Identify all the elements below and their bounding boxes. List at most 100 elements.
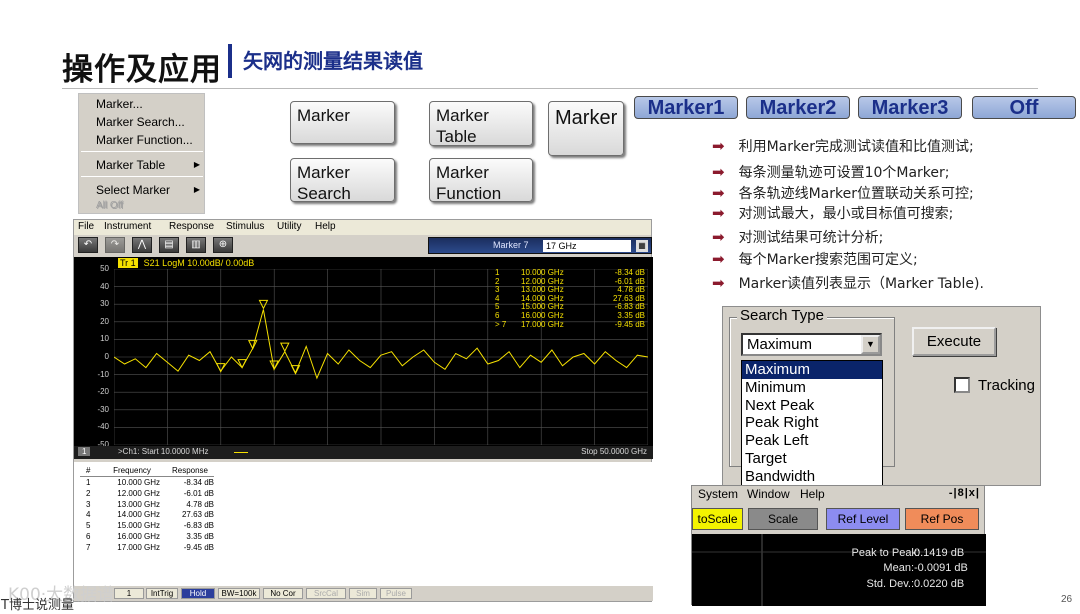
autoscale-button[interactable]: toScale bbox=[692, 508, 743, 530]
menu-file[interactable]: File bbox=[78, 221, 94, 232]
status-pulse: Pulse bbox=[380, 588, 412, 599]
search-option[interactable]: Peak Right bbox=[742, 414, 882, 432]
display-icon[interactable]: ▤ bbox=[159, 237, 179, 253]
trash-icon[interactable]: ▥ bbox=[186, 237, 206, 253]
menu-system[interactable]: System bbox=[698, 487, 738, 501]
undo-icon[interactable]: ↶ bbox=[78, 237, 98, 253]
menu-item-marker-table[interactable]: Marker Table bbox=[96, 158, 165, 172]
table-header: # bbox=[86, 466, 91, 475]
keypad-icon[interactable]: ▦ bbox=[636, 240, 648, 252]
search-type-label: Search Type bbox=[737, 307, 827, 324]
menu-window[interactable]: Window bbox=[747, 487, 790, 501]
vna-toolbar: ↶ ↷ ⋀ ▤ ▥ ⊕ Marker 7 17 GHz ▦ bbox=[74, 235, 652, 255]
bullet-item: ➡ Marker读值列表显示（Marker Table). bbox=[712, 274, 984, 292]
marker-search-softkey[interactable]: Marker Search bbox=[290, 158, 395, 202]
marker-icon[interactable]: ⋀ bbox=[132, 237, 152, 253]
y-tick-label: 10 bbox=[100, 334, 109, 344]
menu-item-marker[interactable]: Marker... bbox=[96, 97, 143, 111]
arrow-right-icon: ➡ bbox=[712, 204, 725, 222]
trace-label[interactable]: Tr 1 bbox=[118, 258, 138, 268]
page-number: 26 bbox=[1061, 594, 1073, 605]
table-cell: 27.63 dB bbox=[181, 510, 214, 520]
search-option[interactable]: Target bbox=[742, 450, 882, 468]
slide-title: 操作及应用 bbox=[62, 52, 222, 88]
table-cell: 4.78 dB bbox=[186, 499, 214, 509]
arrow-right-icon: ➡ bbox=[712, 274, 725, 292]
stat-label-peak: Peak to Peak: bbox=[851, 547, 921, 559]
marker-softkey[interactable]: Marker bbox=[290, 101, 395, 144]
menu-separator bbox=[81, 176, 203, 177]
menu-stimulus[interactable]: Stimulus bbox=[226, 221, 264, 232]
trace-legend-line bbox=[234, 452, 248, 453]
bullet-item: ➡ 对测试最大，最小或目标值可搜索; bbox=[712, 204, 954, 222]
marker-function-softkey[interactable]: Marker Function bbox=[429, 158, 533, 202]
table-cell: 15.000 GHz bbox=[117, 521, 160, 531]
ref-level-button[interactable]: Ref Level bbox=[826, 508, 900, 530]
y-tick-label: -30 bbox=[97, 404, 109, 414]
marker-frequency-input[interactable]: 17 GHz bbox=[543, 240, 631, 252]
table-cell: -9.45 dB bbox=[183, 542, 214, 552]
bullet-item: ➡ 对测试结果可统计分析; bbox=[712, 228, 884, 246]
tracking-checkbox[interactable] bbox=[954, 377, 970, 393]
menu-instrument[interactable]: Instrument bbox=[104, 221, 151, 232]
submenu-arrow-icon: ▶ bbox=[193, 185, 200, 194]
ref-pos-button[interactable]: Ref Pos bbox=[905, 508, 979, 530]
menu-item-marker-function[interactable]: Marker Function... bbox=[96, 133, 193, 147]
stats-display: Peak to Peak: 0.1419 dB Mean: -0.0091 dB… bbox=[692, 534, 986, 606]
search-option[interactable]: Bandwidth bbox=[742, 468, 882, 486]
trace-header: Tr 1 S21 LogM 10.00dB/ 0.00dB bbox=[118, 258, 254, 268]
marker1-tab[interactable]: Marker1 bbox=[634, 96, 738, 119]
search-option[interactable]: Next Peak bbox=[742, 397, 882, 415]
slide: 操作及应用 矢网的测量结果读值 Marker... Marker Search.… bbox=[0, 0, 1080, 614]
status-trigger: IntTrig bbox=[146, 588, 178, 599]
table-cell: 4 bbox=[86, 510, 91, 520]
menu-help[interactable]: Help bbox=[800, 487, 825, 501]
table-cell: 6 bbox=[86, 532, 91, 541]
table-cell: 17.000 GHz bbox=[117, 542, 160, 552]
search-option[interactable]: Maximum bbox=[742, 361, 882, 379]
menu-help[interactable]: Help bbox=[315, 221, 336, 232]
table-cell: 3.35 dB bbox=[186, 532, 214, 541]
zoom-icon[interactable]: ⊕ bbox=[213, 237, 233, 253]
marker-softkey-large[interactable]: Marker bbox=[548, 101, 624, 156]
marker-table-softkey[interactable]: Marker Table bbox=[429, 101, 533, 146]
table-cell: 5 bbox=[86, 521, 91, 531]
bullet-item: ➡ 各条轨迹线Marker位置联动关系可控; bbox=[712, 184, 974, 202]
marker-table: # Frequency Response 1 10.000 GHz -8.34 dB 2 12… bbox=[74, 462, 653, 588]
search-type-dialog: Search Type Maximum ▼ Maximum Minimum Next… bbox=[722, 306, 1041, 486]
table-header-rule bbox=[80, 476, 214, 477]
redo-icon[interactable]: ↷ bbox=[105, 237, 125, 253]
table-cell: 2 bbox=[86, 488, 91, 498]
vna-window: File Instrument Response Stimulus Utilit… bbox=[73, 219, 653, 602]
marker3-tab[interactable]: Marker3 bbox=[858, 96, 962, 119]
marker-readout-cell: -9.45 dB bbox=[614, 319, 645, 329]
stat-label-mean: Mean: bbox=[883, 562, 914, 574]
menu-response[interactable]: Response bbox=[169, 221, 214, 232]
y-tick-label: 50 bbox=[100, 264, 109, 273]
arrow-right-icon: ➡ bbox=[712, 250, 725, 268]
menu-utility[interactable]: Utility bbox=[277, 221, 301, 232]
chevron-down-icon[interactable]: ▼ bbox=[861, 335, 880, 354]
status-channel: 1 bbox=[114, 588, 144, 599]
scale-button[interactable]: Scale bbox=[748, 508, 818, 530]
vna-menubar: File Instrument Response Stimulus Utilit… bbox=[74, 220, 651, 235]
arrow-right-icon: ➡ bbox=[712, 228, 725, 246]
arrow-right-icon: ➡ bbox=[712, 184, 725, 202]
stat-value-mean: -0.0091 dB bbox=[914, 562, 968, 574]
execute-button[interactable]: Execute bbox=[912, 327, 996, 356]
marker2-tab[interactable]: Marker2 bbox=[746, 96, 850, 119]
trace-format: S21 LogM 10.00dB/ 0.00dB bbox=[143, 258, 255, 268]
menu-item-select-marker[interactable]: Select Marker bbox=[96, 183, 170, 197]
table-header: Response bbox=[171, 466, 209, 475]
off-tab[interactable]: Off bbox=[972, 96, 1076, 119]
marker-triangle[interactable] bbox=[279, 342, 290, 353]
search-type-select[interactable]: Maximum ▼ bbox=[741, 333, 882, 356]
y-tick-label: 40 bbox=[100, 281, 109, 291]
menu-item-marker-search[interactable]: Marker Search... bbox=[96, 115, 185, 129]
search-option[interactable]: Peak Left bbox=[742, 432, 882, 450]
table-cell: 14.000 GHz bbox=[117, 510, 160, 520]
table-cell: -6.01 dB bbox=[183, 488, 214, 498]
search-option[interactable]: Minimum bbox=[742, 379, 882, 397]
window-controls-icon[interactable]: -|8|x| bbox=[949, 487, 980, 499]
marker-readout-cell: 17.000 GHz bbox=[521, 319, 564, 329]
